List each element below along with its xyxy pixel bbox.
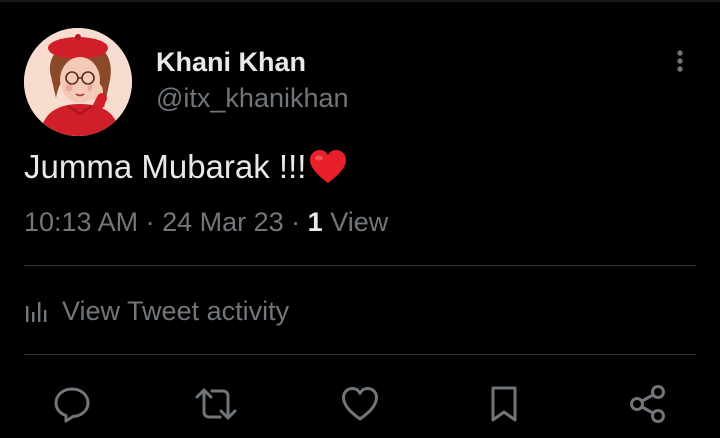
tweet-time[interactable]: 10:13 AM	[24, 207, 138, 237]
share-icon[interactable]	[626, 382, 670, 426]
like-icon[interactable]	[338, 382, 382, 426]
divider	[24, 265, 696, 266]
view-count: 1	[307, 207, 323, 237]
retweet-icon[interactable]	[194, 382, 238, 426]
view-tweet-activity-link[interactable]: View Tweet activity	[24, 294, 289, 328]
bookmark-icon[interactable]	[482, 382, 526, 426]
top-border	[0, 0, 720, 2]
tweet-text-content: Jumma Mubarak !!!	[24, 148, 307, 185]
bar-chart-icon	[24, 298, 50, 324]
heart-emoji-icon	[308, 149, 348, 185]
meta-separator: ·	[138, 207, 163, 237]
author-handle[interactable]: @itx_khanikhan	[156, 82, 349, 114]
author-name[interactable]: Khani Khan	[156, 46, 306, 78]
avatar-illustration	[24, 28, 132, 136]
avatar[interactable]	[24, 28, 132, 136]
meta-separator: ·	[283, 207, 308, 237]
divider	[24, 354, 696, 355]
activity-label: View Tweet activity	[62, 296, 290, 326]
tweet-date[interactable]: 24 Mar 23	[162, 207, 284, 237]
tweet-text: Jumma Mubarak !!!	[24, 146, 348, 188]
reply-icon[interactable]	[50, 382, 94, 426]
view-label: View	[322, 207, 389, 237]
tweet-meta: 10:13 AM · 24 Mar 23 · 1 View	[24, 205, 388, 239]
more-options-icon[interactable]	[666, 44, 694, 80]
